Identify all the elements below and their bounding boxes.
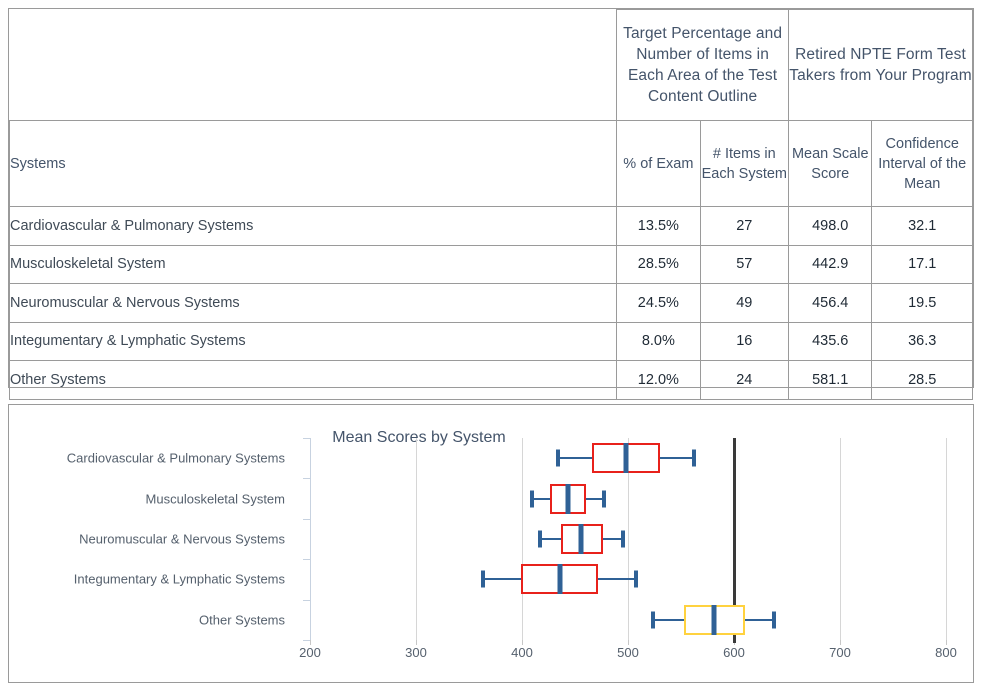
row-pct-of-exam: 13.5% (616, 206, 701, 246)
row-pct-of-exam: 24.5% (616, 283, 701, 323)
table-column-header-row: Systems % of Exam # Items in Each System… (8, 120, 973, 207)
row-items-count: 27 (699, 206, 790, 246)
table-row: Integumentary & Lymphatic Systems 8.0% 16 4… (8, 321, 973, 361)
median-marker (578, 524, 584, 554)
whisker-cap (601, 490, 606, 508)
whisker-cap (772, 611, 777, 629)
row-mean-scale-score: 498.0 (788, 206, 873, 246)
row-pct-of-exam: 8.0% (616, 321, 701, 361)
boxplot-plot-area: 200 300 400 500 600 700 800 Cardiovascular & Pu… (9, 405, 973, 682)
row-mean-scale-score: 581.1 (788, 360, 873, 400)
y-axis-tick (303, 478, 310, 480)
column-header-pct-of-exam: % of Exam (616, 120, 701, 207)
row-confidence-interval: 28.5 (871, 360, 973, 400)
mean-scores-chart-panel: Mean Scores by System 200 300 400 500 600 700… (8, 404, 974, 683)
target-group-header: Target Percentage and Number of Items in… (616, 9, 790, 121)
category-label: Musculoskeletal System (145, 491, 285, 507)
row-mean-scale-score: 456.4 (788, 283, 873, 323)
table-row: Cardiovascular & Pulmonary Systems 13.5% 2… (8, 206, 973, 246)
column-header-confidence-interval: Confidence Interval of the Mean (871, 120, 973, 207)
row-mean-scale-score: 435.6 (788, 321, 873, 361)
row-system-name: Cardiovascular & Pulmonary Systems (8, 206, 618, 246)
category-label: Neuromuscular & Nervous Systems (79, 531, 285, 547)
median-marker (623, 443, 629, 474)
gridline (522, 438, 523, 640)
score-summary-table-panel: Target Percentage and Number of Items in… (8, 8, 974, 400)
x-axis-tick-label: 800 (935, 645, 957, 660)
category-label: Integumentary & Lymphatic Systems (73, 571, 285, 587)
row-confidence-interval: 36.3 (871, 321, 973, 361)
row-items-count: 24 (699, 360, 790, 400)
y-axis-tick (303, 559, 310, 561)
y-axis-tick (303, 438, 310, 439)
median-marker (711, 604, 717, 635)
y-axis-line (310, 438, 311, 640)
gridline (416, 438, 417, 640)
x-axis-tick-label: 600 (723, 645, 745, 660)
row-pct-of-exam: 28.5% (616, 244, 701, 284)
row-items-count: 57 (699, 244, 790, 284)
category-label: Other Systems (199, 612, 285, 628)
row-confidence-interval: 17.1 (871, 244, 973, 284)
gridline (946, 438, 947, 640)
y-axis-tick (303, 518, 310, 520)
row-system-name: Other Systems (8, 360, 618, 400)
row-system-name: Integumentary & Lymphatic Systems (8, 321, 618, 361)
row-system-name: Musculoskeletal System (8, 244, 618, 284)
row-mean-scale-score: 442.9 (788, 244, 873, 284)
row-confidence-interval: 19.5 (871, 283, 973, 323)
whisker-cap (529, 490, 534, 508)
median-marker (565, 483, 571, 514)
whisker-cap (634, 570, 639, 588)
retired-group-header: Retired NPTE Form Test Takers from Your … (788, 9, 973, 121)
whisker-cap (480, 570, 485, 588)
x-axis-tick-label: 400 (511, 645, 533, 660)
column-header-systems: Systems (8, 120, 618, 207)
x-axis-tick-label: 700 (829, 645, 851, 660)
row-items-count: 49 (699, 283, 790, 323)
y-axis-tick (303, 640, 310, 641)
report-page: Target Percentage and Number of Items in… (0, 0, 986, 691)
row-system-name: Neuromuscular & Nervous Systems (8, 283, 618, 323)
blank-header (9, 9, 618, 121)
score-summary-table: Target Percentage and Number of Items in… (8, 9, 973, 400)
whisker-cap (556, 449, 561, 467)
row-items-count: 16 (699, 321, 790, 361)
median-marker (557, 564, 563, 595)
y-axis-tick (303, 599, 310, 601)
column-header-items-each-system: # Items in Each System (699, 120, 790, 207)
whisker-cap (691, 449, 696, 467)
column-header-mean-scale-score: Mean Scale Score (788, 120, 873, 207)
table-body: Cardiovascular & Pulmonary Systems 13.5% 2… (8, 206, 973, 400)
whisker-cap (651, 611, 656, 629)
x-axis-tick-label: 500 (617, 645, 639, 660)
whisker-cap (538, 530, 543, 548)
table-row: Neuromuscular & Nervous Systems 24.5% 49 45… (8, 283, 973, 323)
x-axis-tick-label: 200 (299, 645, 321, 660)
chart-inner: Mean Scores by System 200 300 400 500 600 700… (9, 405, 973, 682)
row-pct-of-exam: 12.0% (616, 360, 701, 400)
table-row: Other Systems 12.0% 24 581.1 28.5 (8, 360, 973, 400)
table-group-header-row: Target Percentage and Number of Items in… (9, 9, 973, 121)
table-row: Musculoskeletal System 28.5% 57 442.9 17.1 (8, 244, 973, 284)
row-confidence-interval: 32.1 (871, 206, 973, 246)
x-axis-tick-label: 300 (405, 645, 427, 660)
whisker-cap (620, 530, 625, 548)
gridline (840, 438, 841, 640)
category-label: Cardiovascular & Pulmonary Systems (66, 450, 285, 466)
